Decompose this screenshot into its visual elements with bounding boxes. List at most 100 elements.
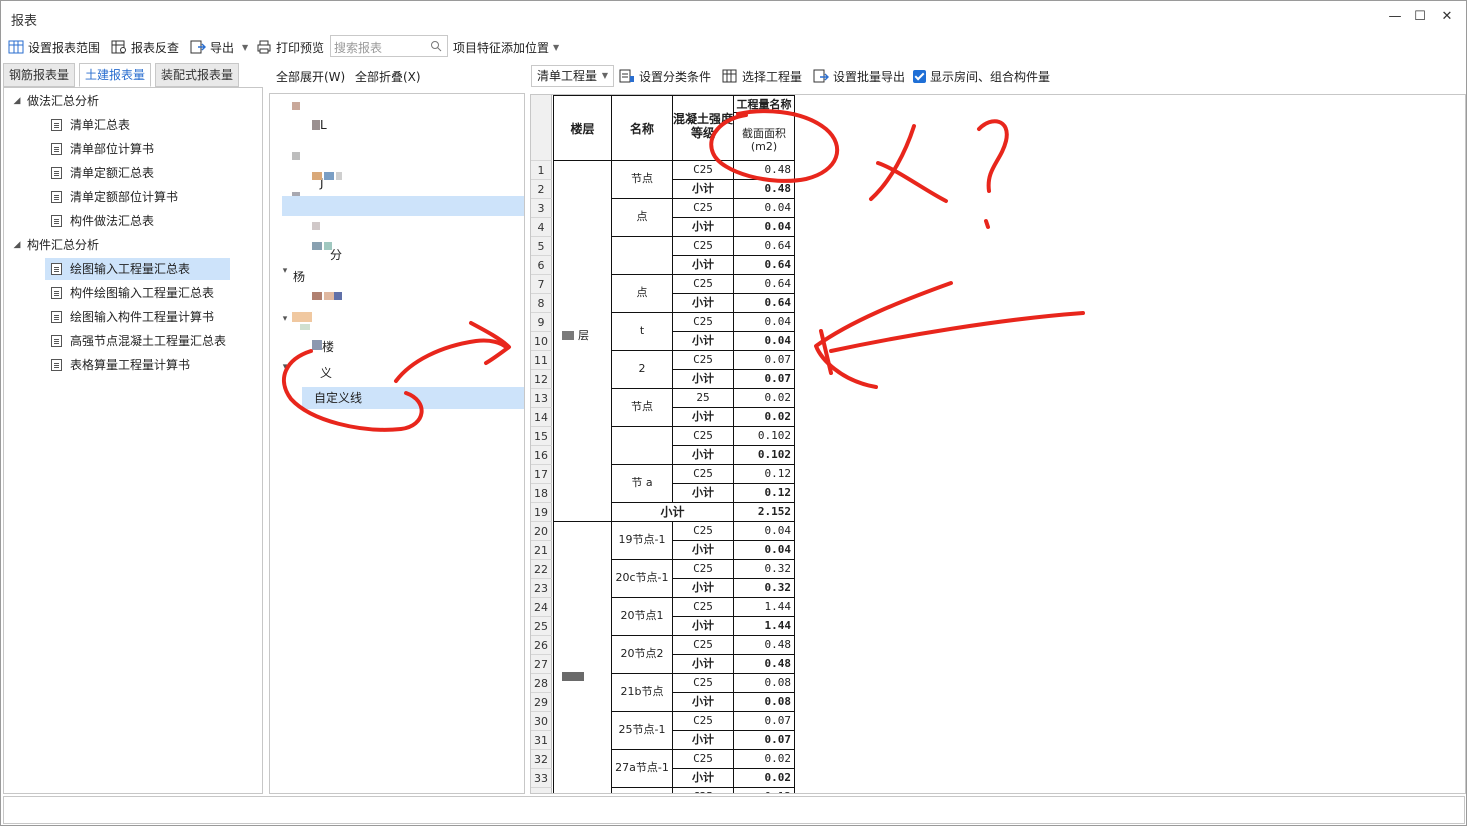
tab-prefab[interactable]: 装配式报表量 [155, 63, 239, 87]
tree-group-method-label: 做法汇总分析 [27, 94, 100, 108]
subtotal-label: 小计 [673, 655, 734, 674]
row-number: 23 [531, 579, 552, 598]
section-area-value: 0.102 [734, 427, 795, 446]
tree-item[interactable]: 高强节点混凝土工程量汇总表 [4, 330, 262, 352]
section-area-value: 0.12 [734, 465, 795, 484]
component-name: t [612, 313, 673, 351]
search-icon[interactable] [430, 40, 442, 52]
row-number: 14 [531, 408, 552, 427]
tree-item[interactable]: 清单部位计算书 [4, 138, 262, 160]
subtotal-label: 小计 [673, 541, 734, 560]
subtotal-value: 0.64 [734, 294, 795, 313]
expand-icon[interactable]: ▾ [280, 362, 290, 384]
section-area-value: 0.64 [734, 275, 795, 294]
tree-group-component[interactable]: ◢ 构件汇总分析 [4, 234, 262, 256]
tree-node-custom-line[interactable]: 自定义线 [302, 387, 524, 409]
document-icon [51, 215, 62, 227]
tree-item[interactable]: 表格算量工程量计算书 [4, 354, 262, 376]
component-name: 20c节点-1 [612, 560, 673, 598]
concrete-grade: C25 [673, 636, 734, 655]
tree-node-selected[interactable] [282, 196, 524, 216]
tree-node[interactable]: 楼 [322, 336, 352, 358]
export-button[interactable]: 导出 ▼ [190, 37, 248, 57]
row-number: 28 [531, 674, 552, 693]
set-category-button[interactable]: 设置分类条件 [619, 66, 711, 86]
row-number: 27 [531, 655, 552, 674]
section-area-value: 0.07 [734, 351, 795, 370]
report-window: 报表 — ☐ ✕ 设置报表范围 报表反查 导出 ▼ 打印预览 项目特征添加位置 … [0, 0, 1467, 826]
concrete-grade: C25 [673, 522, 734, 541]
tree-item[interactable]: 绘图输入构件工程量计算书 [4, 306, 262, 328]
tree-node[interactable]: 分 [330, 244, 360, 266]
redacted-block [312, 292, 322, 300]
section-area-value: 0.12 [734, 788, 795, 793]
tree-item[interactable]: 清单汇总表 [4, 114, 262, 136]
item-feature-button[interactable]: 项目特征添加位置 ▼ [453, 37, 559, 57]
tree-item-selected[interactable]: 绘图输入工程量汇总表 [45, 258, 230, 280]
tree-group-component-label: 构件汇总分析 [27, 238, 100, 252]
expand-icon[interactable]: ◢ [12, 234, 22, 256]
floor-label: 层 [578, 329, 589, 342]
component-name: 21b节点 [612, 674, 673, 712]
row-number: 17 [531, 465, 552, 484]
expand-icon[interactable]: ▾ [280, 266, 290, 288]
close-icon[interactable]: ✕ [1438, 9, 1456, 25]
subtotal-label: 小计 [673, 370, 734, 389]
component-name: 2 [612, 351, 673, 389]
checkbox-checked-icon[interactable] [913, 69, 926, 83]
redacted-block [300, 324, 310, 330]
document-icon [51, 143, 62, 155]
tree-group-method[interactable]: ◢ 做法汇总分析 [4, 90, 262, 112]
tree-item-label: 清单定额部位计算书 [70, 190, 179, 204]
subtotal-value: 0.102 [734, 446, 795, 465]
concrete-grade: C25 [673, 161, 734, 180]
tree-node[interactable]: 义 [320, 362, 360, 384]
component-name: 19节点-1 [612, 522, 673, 560]
expand-icon[interactable]: ◢ [12, 90, 22, 112]
print-preview-button[interactable]: 打印预览 [256, 37, 324, 57]
tree-item-label: 清单定额汇总表 [70, 166, 155, 180]
minimize-icon[interactable]: — [1386, 9, 1404, 25]
chevron-down-icon[interactable]: ▼ [553, 43, 559, 52]
tree-item[interactable]: 清单定额部位计算书 [4, 186, 262, 208]
redacted-block [562, 672, 584, 681]
expand-icon[interactable]: ▾ [280, 314, 290, 336]
group-subtotal-value: 2.152 [734, 503, 795, 522]
tab-rebar-label: 钢筋报表量 [8, 68, 69, 82]
row-number: 15 [531, 427, 552, 446]
batch-export-button[interactable]: 设置批量导出 [813, 66, 905, 86]
status-bar [3, 796, 1465, 824]
component-name: 20节点1 [612, 598, 673, 636]
row-number: 16 [531, 446, 552, 465]
select-quantity-button[interactable]: 选择工程量 [722, 66, 802, 86]
chevron-down-icon[interactable]: ▼ [242, 43, 248, 52]
show-rooms-checkbox[interactable]: 显示房间、组合构件量 [913, 66, 1050, 86]
tree-node[interactable]: L [320, 114, 360, 136]
section-area-value: 1.44 [734, 598, 795, 617]
search-input[interactable]: 搜索报表 [330, 35, 448, 57]
document-icon [51, 287, 62, 299]
filter-list-icon [619, 69, 634, 83]
tree-item[interactable]: 构件做法汇总表 [4, 210, 262, 232]
component-name: 节点 [612, 389, 673, 427]
tree-item[interactable]: 构件绘图输入工程量汇总表 [4, 282, 262, 304]
redacted-block [324, 172, 334, 180]
tree-node[interactable]: 杨 [293, 266, 323, 288]
section-area-value: 0.48 [734, 636, 795, 655]
set-range-button[interactable]: 设置报表范围 [8, 37, 100, 57]
subtotal-value: 0.02 [734, 769, 795, 788]
concrete-grade: C25 [673, 427, 734, 446]
tree-item[interactable]: 清单定额汇总表 [4, 162, 262, 184]
report-check-button[interactable]: 报表反查 [111, 37, 179, 57]
collapse-all-button[interactable]: 全部折叠(X) [355, 66, 421, 86]
section-area-value: 0.04 [734, 199, 795, 218]
tab-civil[interactable]: 土建报表量 [79, 63, 151, 87]
expand-all-label: 全部展开(W) [276, 69, 346, 84]
tab-rebar[interactable]: 钢筋报表量 [3, 63, 75, 87]
expand-all-button[interactable]: 全部展开(W) [276, 66, 345, 86]
row-number: 5 [531, 237, 552, 256]
document-icon [51, 335, 62, 347]
section-area-value: 0.32 [734, 560, 795, 579]
maximize-icon[interactable]: ☐ [1411, 9, 1429, 25]
subtotal-value: 0.48 [734, 655, 795, 674]
